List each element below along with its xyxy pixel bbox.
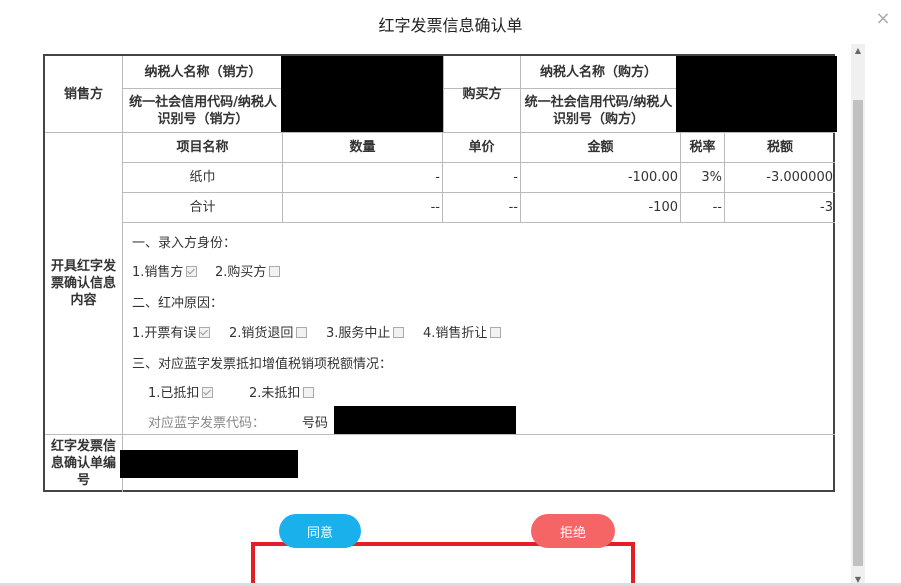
- deduction-deducted-checkbox[interactable]: [202, 387, 214, 398]
- item-tax-amount-cell: -3.000000: [766, 170, 833, 185]
- action-highlight-frame: [251, 542, 635, 586]
- seller-name-label: 纳税人名称（销方）: [144, 64, 262, 80]
- entry-heading: 一、录入方身份：: [132, 236, 237, 251]
- deduction-option-deducted[interactable]: 1.已抵扣: [148, 382, 214, 401]
- reason-heading: 二、红冲原因：: [132, 296, 224, 311]
- reason-option-service-stop[interactable]: 3.服务中止: [326, 322, 405, 341]
- reason-option-service-stop-label: 3.服务中止: [326, 326, 391, 341]
- scroll-up-icon[interactable]: ▲: [851, 46, 865, 55]
- seller-label: 销售方: [63, 86, 103, 102]
- reason-sales-discount-checkbox[interactable]: [490, 327, 502, 338]
- dialog-content[interactable]: 销售方 纳税人名称（销方） 统一社会信用代码/纳税人识别号（销方） 购买方 纳税…: [0, 44, 848, 586]
- scrollbar-thumb[interactable]: [853, 100, 863, 566]
- entry-option-buyer[interactable]: 2.购买方: [215, 261, 281, 280]
- entry-option-seller-label: 1.销售方: [132, 265, 184, 280]
- blue-invoice-number-redacted: [334, 406, 516, 434]
- deduction-heading: 三、对应蓝字发票抵扣增值税销项税额情况：: [132, 357, 393, 372]
- confirmation-number-label: 红字发票信息确认单编号: [50, 439, 116, 488]
- agree-button[interactable]: 同意: [279, 514, 361, 548]
- item-name-cell: 纸巾: [189, 170, 216, 185]
- item-unit-price-cell: -: [513, 170, 518, 185]
- reason-option-sales-discount[interactable]: 4.销售折让: [423, 322, 502, 341]
- item-amount-cell: -100.00: [627, 170, 678, 185]
- confirmation-number-redacted: [120, 450, 298, 478]
- total-tax-amount-cell: -3: [820, 200, 833, 215]
- buyer-label: 购买方: [462, 86, 502, 102]
- vertical-scrollbar[interactable]: ▲ ▼: [851, 44, 865, 586]
- total-amount-cell: -100: [648, 200, 678, 215]
- buyer-id-label: 统一社会信用代码/纳税人识别号（购方）: [524, 94, 673, 127]
- reject-button[interactable]: 拒绝: [531, 514, 615, 548]
- item-quantity-cell: -: [435, 170, 440, 185]
- reason-option-invoice-error[interactable]: 1.开票有误: [132, 322, 211, 341]
- col-amount: 金额: [587, 140, 614, 155]
- seller-info-redacted: [281, 56, 443, 132]
- entry-seller-checkbox[interactable]: [186, 266, 198, 277]
- item-tax-rate-cell: 3%: [701, 170, 722, 185]
- buyer-info-redacted: [676, 56, 837, 132]
- total-quantity-cell: --: [430, 200, 440, 215]
- col-tax-rate: 税率: [689, 140, 716, 155]
- deduction-option-not-deducted[interactable]: 2.未抵扣: [249, 382, 315, 401]
- col-quantity: 数量: [349, 140, 376, 155]
- reason-option-goods-return-label: 2.销货退回: [229, 326, 294, 341]
- reason-goods-return-checkbox[interactable]: [296, 327, 308, 338]
- col-tax-amount: 税额: [766, 140, 793, 155]
- entry-option-buyer-label: 2.购买方: [215, 265, 267, 280]
- deduction-option-not-deducted-label: 2.未抵扣: [249, 386, 301, 401]
- reason-service-stop-checkbox[interactable]: [393, 327, 405, 338]
- confirmation-form-table: 销售方 纳税人名称（销方） 统一社会信用代码/纳税人识别号（销方） 购买方 纳税…: [43, 54, 837, 492]
- deduction-not-deducted-checkbox[interactable]: [303, 387, 315, 398]
- col-unit-price: 单价: [468, 140, 495, 155]
- reason-option-sales-discount-label: 4.销售折让: [423, 326, 488, 341]
- reason-invoice-error-checkbox[interactable]: [199, 327, 211, 338]
- deduction-option-deducted-label: 1.已抵扣: [148, 386, 200, 401]
- entry-buyer-checkbox[interactable]: [269, 266, 281, 277]
- reason-option-invoice-error-label: 1.开票有误: [132, 326, 197, 341]
- total-unit-price-cell: --: [508, 200, 518, 215]
- dialog-title: 红字发票信息确认单: [378, 16, 523, 35]
- col-item-name: 项目名称: [176, 140, 229, 155]
- blue-invoice-code-label: 对应蓝字发票代码：: [148, 416, 266, 431]
- entry-option-seller[interactable]: 1.销售方: [132, 261, 198, 280]
- total-label-cell: 合计: [189, 200, 216, 215]
- total-tax-rate-cell: --: [712, 200, 722, 215]
- items-section-label: 开具红字发票确认信息内容: [50, 259, 116, 308]
- blue-invoice-number-label: 号码: [302, 416, 329, 431]
- reason-option-goods-return[interactable]: 2.销货退回: [229, 322, 308, 341]
- seller-id-label: 统一社会信用代码/纳税人识别号（销方）: [129, 94, 277, 127]
- close-icon[interactable]: ×: [874, 10, 892, 28]
- buyer-name-label: 纳税人名称（购方）: [539, 64, 657, 80]
